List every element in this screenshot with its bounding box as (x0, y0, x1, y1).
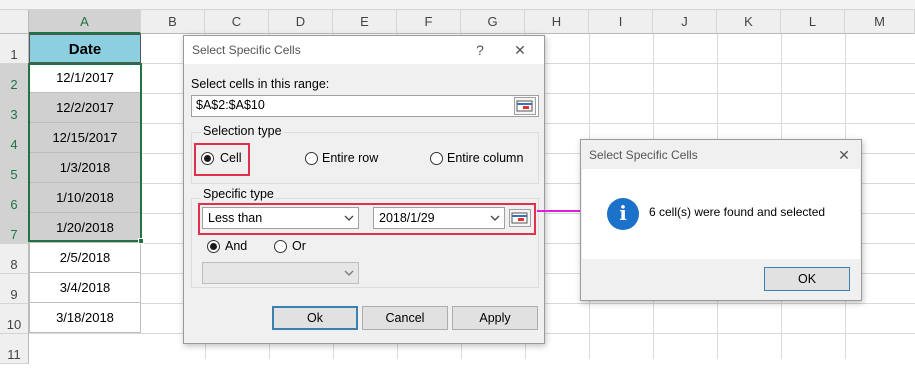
option-entire-column-label[interactable]: Entire column (447, 151, 523, 165)
select-specific-cells-dialog: Select Specific Cells ? ✕ Select cells i… (183, 35, 545, 344)
column-header-f[interactable]: F (397, 10, 461, 34)
range-value: $A$2:$A$10 (196, 98, 265, 112)
dropdown-chevron-icon (490, 215, 500, 221)
column-header-m[interactable]: M (845, 10, 915, 34)
row-header-2[interactable]: 2 (0, 64, 29, 94)
dialog-titlebar[interactable]: Select Specific Cells ? ✕ (184, 36, 544, 64)
condition1-value: 2018/1/29 (379, 211, 435, 225)
column-header-c[interactable]: C (205, 10, 269, 34)
toolbar-strip (0, 0, 915, 10)
row-header-7[interactable]: 7 (0, 214, 29, 244)
logic-or-label[interactable]: Or (292, 239, 306, 253)
apply-button[interactable]: Apply (452, 306, 538, 330)
help-icon[interactable]: ? (471, 41, 489, 59)
condition1-operator-select[interactable]: Less than (202, 207, 359, 229)
radio-entire-column[interactable] (430, 152, 443, 165)
info-glyph: i (619, 201, 627, 225)
column-header-l[interactable]: L (781, 10, 845, 34)
logic-and-label[interactable]: And (225, 239, 247, 253)
range-input[interactable]: $A$2:$A$10 (191, 95, 539, 117)
fill-handle[interactable] (138, 238, 144, 244)
radio-entire-row[interactable] (305, 152, 318, 165)
row-header-4[interactable]: 4 (0, 124, 29, 154)
column-header-d[interactable]: D (269, 10, 333, 34)
dropdown-chevron-icon (344, 270, 354, 276)
selection-border (28, 63, 142, 242)
option-cell-label[interactable]: Cell (220, 151, 242, 165)
condition2-operator-select[interactable] (202, 262, 359, 284)
range-label: Select cells in this range: (191, 77, 330, 91)
cell-a8[interactable]: 2/5/2018 (29, 243, 141, 273)
column-header-e[interactable]: E (333, 10, 397, 34)
row-header-10[interactable]: 10 (0, 304, 29, 334)
ok-button[interactable]: Ok (272, 306, 358, 330)
radio-or[interactable] (274, 240, 287, 253)
condition1-value-input[interactable]: 2018/1/29 (373, 207, 505, 229)
selection-type-label: Selection type (201, 124, 284, 138)
result-dialog: Select Specific Cells ✕ i 6 cell(s) were… (580, 139, 862, 301)
row-header-3[interactable]: 3 (0, 94, 29, 124)
row-header-8[interactable]: 8 (0, 244, 29, 274)
result-message: 6 cell(s) were found and selected (649, 205, 826, 219)
result-ok-button[interactable]: OK (764, 267, 850, 291)
radio-and[interactable] (207, 240, 220, 253)
close-icon[interactable]: ✕ (835, 146, 853, 164)
specific-type-label: Specific type (201, 187, 276, 201)
close-icon[interactable]: ✕ (511, 41, 529, 59)
result-dialog-title: Select Specific Cells (589, 148, 698, 162)
column-header-a[interactable]: A (29, 10, 141, 34)
condition1-operator-value: Less than (208, 211, 263, 225)
column-header-i[interactable]: I (589, 10, 653, 34)
cell-a1-header[interactable]: Date (29, 34, 141, 63)
cancel-button[interactable]: Cancel (362, 306, 448, 330)
row-header-11[interactable]: 11 (0, 334, 29, 364)
cell-a9[interactable]: 3/4/2018 (29, 273, 141, 303)
cell-a10[interactable]: 3/18/2018 (29, 303, 141, 333)
column-header-b[interactable]: B (141, 10, 205, 34)
row-header-1[interactable]: 1 (0, 34, 29, 64)
row-header-9[interactable]: 9 (0, 274, 29, 304)
column-header-g[interactable]: G (461, 10, 525, 34)
select-all-corner[interactable] (0, 10, 29, 34)
info-icon: i (607, 198, 639, 230)
range-picker-icon[interactable] (509, 209, 531, 227)
radio-cell[interactable] (201, 152, 214, 165)
option-entire-row-label[interactable]: Entire row (322, 151, 378, 165)
column-header-k[interactable]: K (717, 10, 781, 34)
dropdown-chevron-icon (344, 215, 354, 221)
dialog-title: Select Specific Cells (192, 43, 301, 57)
range-picker-icon[interactable] (514, 97, 536, 115)
column-header-j[interactable]: J (653, 10, 717, 34)
row-header-5[interactable]: 5 (0, 154, 29, 184)
row-header-6[interactable]: 6 (0, 184, 29, 214)
column-header-h[interactable]: H (525, 10, 589, 34)
